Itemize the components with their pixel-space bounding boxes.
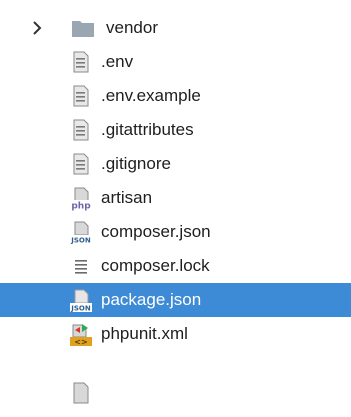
tree-item-composer-json[interactable]: JSON composer.json xyxy=(0,215,351,249)
tree-item-label: package.json xyxy=(101,290,202,309)
tree-item-label: artisan xyxy=(101,188,153,207)
text-file-icon xyxy=(70,51,92,73)
tree-item-gitattributes[interactable]: .gitattributes xyxy=(0,113,351,147)
lines-file-icon xyxy=(70,255,92,277)
php-file-icon: php xyxy=(70,187,92,212)
tree-item-label: .env xyxy=(101,52,134,71)
text-file-icon xyxy=(70,153,92,175)
tree-item-label: composer.json xyxy=(101,222,211,241)
json-file-icon: JSON xyxy=(70,221,92,245)
xml-file-icon: <> xyxy=(70,323,92,347)
tree-item-composer-lock[interactable]: composer.lock xyxy=(0,249,351,283)
tree-item-partial[interactable] xyxy=(0,351,351,404)
tree-item-phpunit-xml[interactable]: <> phpunit.xml xyxy=(0,317,351,351)
tree-item-artisan[interactable]: php artisan xyxy=(0,181,351,215)
file-icon xyxy=(70,382,92,404)
tree-item-label: .gitignore xyxy=(101,154,171,173)
folder-icon xyxy=(71,17,94,39)
svg-text:<>: <> xyxy=(74,338,87,347)
tree-item-label: phpunit.xml xyxy=(101,324,188,343)
file-tree: vendor .env .env.example .gitattributes … xyxy=(0,0,351,417)
tree-item-vendor[interactable]: vendor xyxy=(0,11,351,45)
tree-item-label: composer.lock xyxy=(101,256,210,275)
tree-item-gitignore[interactable]: .gitignore xyxy=(0,147,351,181)
svg-text:JSON: JSON xyxy=(70,237,91,245)
tree-item-package-json[interactable]: JSON package.json xyxy=(0,283,351,317)
json-file-icon: JSON xyxy=(70,289,92,313)
tree-item-label: .gitattributes xyxy=(101,120,194,139)
tree-item-env-example[interactable]: .env.example xyxy=(0,79,351,113)
svg-text:JSON: JSON xyxy=(70,305,91,313)
tree-item-env[interactable]: .env xyxy=(0,45,351,79)
text-file-icon xyxy=(70,119,92,141)
chevron-right-icon[interactable] xyxy=(30,20,44,36)
tree-item-label: .env.example xyxy=(101,86,201,105)
text-file-icon xyxy=(70,85,92,107)
tree-item-label: vendor xyxy=(106,18,158,37)
svg-text:php: php xyxy=(71,202,91,212)
